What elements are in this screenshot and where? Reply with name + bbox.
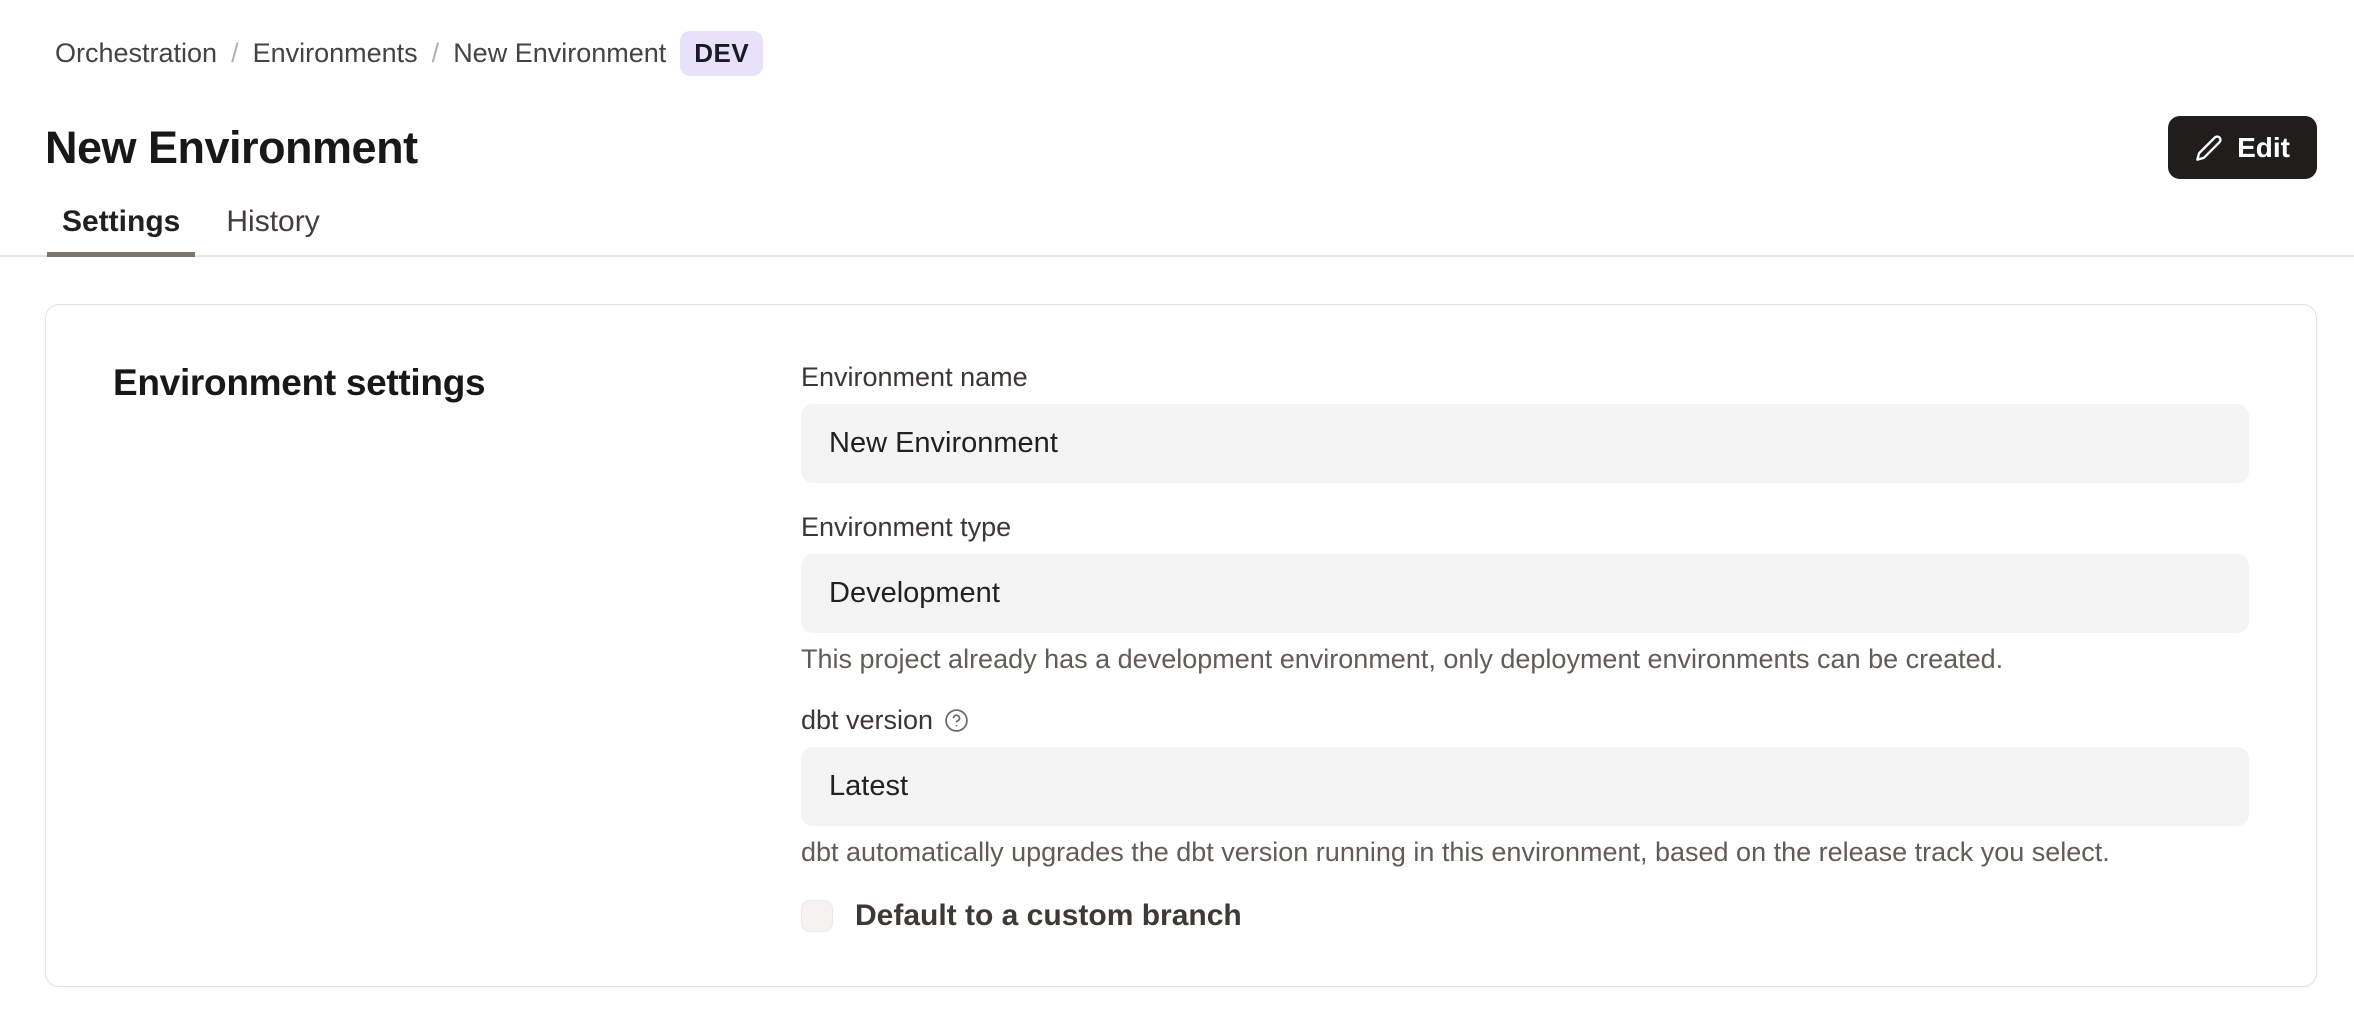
breadcrumb-separator: / bbox=[432, 38, 440, 69]
question-mark-icon[interactable] bbox=[944, 708, 969, 733]
environment-type-label: Environment type bbox=[801, 511, 2249, 544]
breadcrumb: Orchestration / Environments / New Envir… bbox=[55, 30, 2317, 76]
breadcrumb-item-orchestration[interactable]: Orchestration bbox=[55, 38, 217, 69]
environment-settings-card: Environment settings Environment name Ne… bbox=[45, 304, 2317, 987]
settings-form: Environment name New Environment Environ… bbox=[801, 361, 2249, 986]
dbt-version-label: dbt version bbox=[801, 704, 2249, 737]
page-header: New Environment Edit bbox=[45, 116, 2317, 179]
tab-history[interactable]: History bbox=[211, 205, 334, 255]
dbt-version-label-text: dbt version bbox=[801, 704, 933, 737]
environment-name-group: Environment name New Environment bbox=[801, 361, 2249, 483]
page: Orchestration / Environments / New Envir… bbox=[0, 0, 2354, 987]
edit-button[interactable]: Edit bbox=[2168, 116, 2317, 179]
dbt-version-helper-text: dbt automatically upgrades the dbt versi… bbox=[801, 836, 2249, 869]
custom-branch-row: Default to a custom branch bbox=[801, 899, 2249, 933]
environment-name-label: Environment name bbox=[801, 361, 2249, 394]
custom-branch-checkbox[interactable] bbox=[801, 900, 833, 932]
edit-button-label: Edit bbox=[2237, 132, 2290, 164]
custom-branch-label[interactable]: Default to a custom branch bbox=[855, 899, 1242, 933]
breadcrumb-item-environments[interactable]: Environments bbox=[253, 38, 418, 69]
environment-type-badge: DEV bbox=[680, 31, 763, 76]
page-title: New Environment bbox=[45, 122, 418, 174]
card-heading: Environment settings bbox=[113, 361, 801, 986]
pencil-icon bbox=[2195, 134, 2223, 162]
tab-settings[interactable]: Settings bbox=[47, 205, 195, 257]
dbt-version-input[interactable]: Latest bbox=[801, 747, 2249, 826]
environment-type-input[interactable]: Development bbox=[801, 554, 2249, 633]
breadcrumb-item-new-environment: New Environment bbox=[453, 38, 666, 69]
environment-type-helper-text: This project already has a development e… bbox=[801, 643, 2249, 676]
breadcrumb-separator: / bbox=[231, 38, 239, 69]
dbt-version-group: dbt version Latest dbt automatically upg… bbox=[801, 704, 2249, 869]
environment-name-input[interactable]: New Environment bbox=[801, 404, 2249, 483]
environment-type-group: Environment type Development This projec… bbox=[801, 511, 2249, 676]
tab-bar: Settings History bbox=[0, 205, 2354, 257]
